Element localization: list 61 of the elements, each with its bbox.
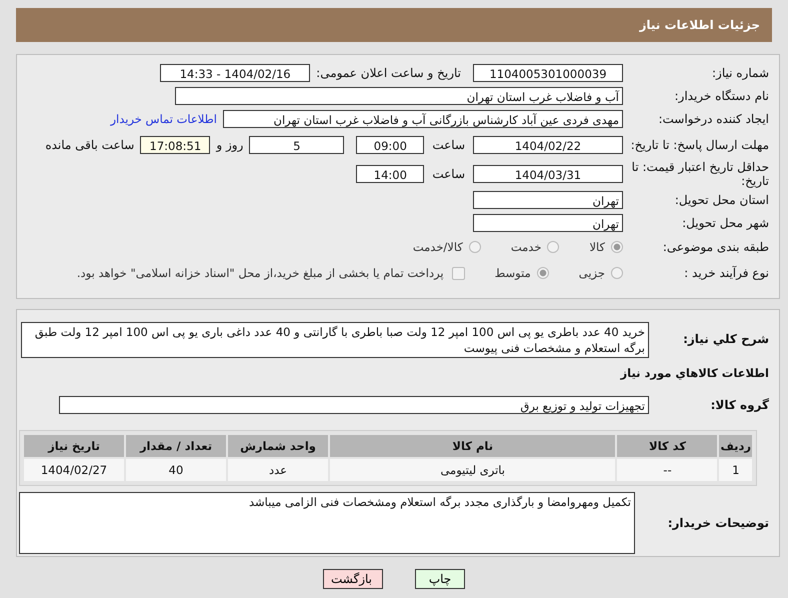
field-label: نوع فرآیند خرید : [683,266,769,280]
text-field[interactable]: آب و فاضلاب غرب استان تهران [175,86,623,104]
table-cell: 40 [126,459,226,481]
field-label: تاریخ و ساعت اعلان عمومی: [316,66,461,80]
text-field[interactable]: 14:00 [356,164,424,182]
field-label: استان محل تحویل: [674,192,769,206]
text-field[interactable]: تهران [473,214,623,232]
table-cell: باتری لیتیومی [330,459,616,481]
radio-label: جزیی [578,266,605,280]
text-field[interactable]: 1404/02/16 - 14:33 [160,64,310,82]
field-label: ساعت [432,166,465,180]
column-header: واحد شمارش [228,435,328,457]
radio-label: کالا [589,240,605,254]
text-field[interactable]: 1104005301000039 [473,64,623,82]
text-field[interactable]: 1404/03/31 [473,164,623,182]
page-title: جزئیات اطلاعات نیاز [639,18,760,32]
field-label: ساعت [432,138,465,152]
back-button[interactable]: بازگشت [323,569,383,589]
field-label: ساعت باقی مانده [45,138,134,152]
column-header: کد کالا [617,435,718,457]
text-field[interactable]: 09:00 [356,136,424,154]
field-label: توضیحات خریدار: [666,516,769,530]
section-heading: اطلاعات كالاهاي مورد نياز [619,365,769,382]
radio-label: خدمت [510,240,542,254]
field-label: روز و [216,138,244,152]
checkbox-label: پرداخت تمام یا بخشی از مبلغ خرید،از محل "اسناد خزانه اسلامی" خواهد بود. [76,266,444,280]
column-header: ردیف [719,435,752,457]
table-cell: 1 [719,459,752,481]
radio-button[interactable] [468,241,481,253]
table-cell: -- [617,459,718,481]
field-label: شهر محل تحویل: [681,216,769,230]
radio-label: متوسط [494,266,531,280]
countdown-field[interactable]: 17:08:51 [140,136,210,154]
field-label: گروه کالا: [710,398,769,412]
print-button[interactable]: چاپ [415,569,465,589]
radio-button[interactable] [536,267,549,279]
column-header: نام کالا [330,435,616,457]
text-field[interactable]: مهدی فردی عین آباد کارشناس بازرگانی آب و فاضلاب غرب استان تهران [223,110,623,128]
checkbox[interactable] [452,266,465,280]
radio-button[interactable] [611,267,623,279]
table-cell: عدد [228,459,328,481]
description-field[interactable]: خرید 40 عدد باطری یو پی اس 100 امپر 12 ولت صبا باطری با گارانتی و 40 عدد داغی باری یو پی اس 100 امپر 12 ولت طبق برگه استعلام و مشخصات فنی پیوست [21,322,649,358]
text-field[interactable]: 1404/02/22 [473,136,623,154]
radio-button[interactable] [547,241,560,253]
table-cell: 1404/02/27 [24,459,124,481]
column-header: تاریخ نیاز [24,435,124,457]
field-label: طبقه بندی موضوعی: [662,240,769,254]
field-label: شرح کلي نياز: [682,331,769,346]
field-label: مهلت ارسال پاسخ: تا تاریخ: [630,138,769,152]
text-field[interactable]: تهران [473,190,623,208]
field-label: حداقل تاریخ اعتبار قیمت: تا تاریخ: [630,160,769,188]
contact-link[interactable]: اطلاعات تماس خریدار [110,112,217,126]
notes-field[interactable]: تکمیل ومهروامضا و بارگذاری مجدد برگه استعلام ومشخصات فنی الزامی میباشد [19,492,635,554]
text-field[interactable]: 5 [249,136,344,154]
radio-button[interactable] [611,241,623,253]
field-label: شماره نیاز: [711,66,769,80]
field-label: نام دستگاه خریدار: [674,88,769,102]
text-field[interactable]: تجهیزات تولید و توزیع برق [59,396,649,414]
column-header: تعداد / مقدار [126,435,226,457]
radio-label: کالا/خدمت [412,240,463,254]
field-label: ایجاد کننده درخواست: [657,112,769,126]
